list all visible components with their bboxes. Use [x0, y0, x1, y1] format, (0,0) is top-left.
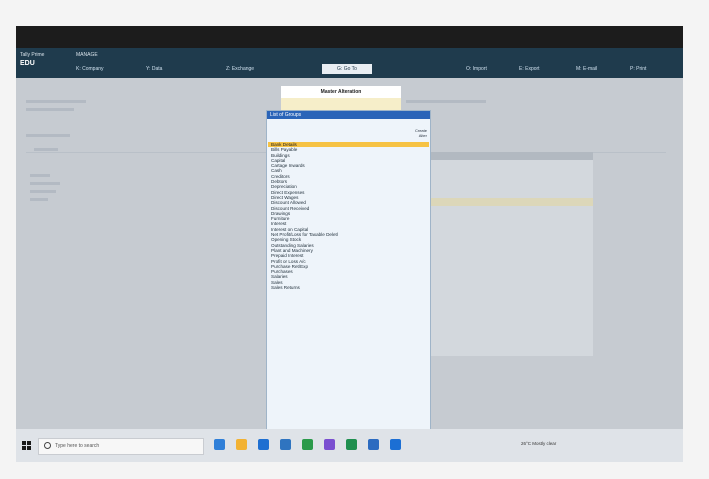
product-label: Tally Prime: [20, 52, 45, 58]
taskbar-app-icon[interactable]: [368, 439, 379, 450]
list-of-groups-header: List of Groups: [267, 111, 430, 119]
master-alteration-title: Master Alteration: [281, 86, 401, 98]
menu-company[interactable]: K: Company: [76, 66, 104, 72]
search-icon: [44, 442, 51, 449]
panel-highlight-row: [431, 198, 593, 206]
list-of-groups-panel: List of Groups Create Alter Bank Details…: [266, 110, 431, 441]
group-list: Bank Details Bills Payable Buildings Capita…: [268, 142, 429, 290]
faded-text: [34, 148, 58, 151]
faded-text: [26, 108, 74, 111]
taskbar-app-icon[interactable]: [236, 439, 247, 450]
right-summary-panel: [431, 152, 593, 356]
menu-export[interactable]: E: Export: [519, 66, 540, 72]
faded-text: [30, 198, 48, 201]
windows-taskbar: Type here to search 26°C Mostly clear: [16, 429, 683, 462]
faded-text: [30, 174, 50, 177]
goto-button[interactable]: G: Go To: [322, 64, 372, 74]
taskbar-app-icon[interactable]: [346, 439, 357, 450]
menu-email[interactable]: M: E-mail: [576, 66, 597, 72]
faded-text: [406, 100, 486, 103]
menu-exchange[interactable]: Z: Exchange: [226, 66, 254, 72]
alter-link[interactable]: Alter: [415, 133, 427, 138]
taskbar-app-icon[interactable]: [258, 439, 269, 450]
top-menu-bar: Tally Prime EDU MANAGE K: Company Y: Dat…: [16, 48, 683, 78]
weather-text: 26°C Mostly clear: [521, 441, 557, 446]
faded-text: [26, 134, 70, 137]
menu-import[interactable]: O: Import: [466, 66, 487, 72]
taskbar-app-icon[interactable]: [280, 439, 291, 450]
faded-text: [30, 182, 60, 185]
search-placeholder: Type here to search: [55, 443, 100, 449]
manage-label: MANAGE: [76, 52, 98, 58]
taskbar-search-input[interactable]: Type here to search: [38, 438, 204, 455]
menu-print[interactable]: P: Print: [630, 66, 646, 72]
taskbar-app-icon[interactable]: [390, 439, 401, 450]
system-tray: 26°C Mostly clear: [521, 441, 556, 446]
taskbar-app-icon[interactable]: [214, 439, 225, 450]
windows-start-icon[interactable]: [22, 441, 31, 450]
faded-text: [26, 100, 86, 103]
taskbar-app-icon[interactable]: [302, 439, 313, 450]
edu-label: EDU: [20, 60, 35, 67]
group-list-item[interactable]: Sales Returns: [268, 285, 429, 290]
title-bar: [16, 26, 683, 48]
taskbar-app-icon[interactable]: [324, 439, 335, 450]
list-actions: Create Alter: [415, 128, 427, 138]
tally-window: Tally Prime EDU MANAGE K: Company Y: Dat…: [16, 26, 683, 462]
panel-header: [431, 152, 593, 160]
faded-text: [30, 190, 56, 193]
menu-data[interactable]: Y: Data: [146, 66, 162, 72]
